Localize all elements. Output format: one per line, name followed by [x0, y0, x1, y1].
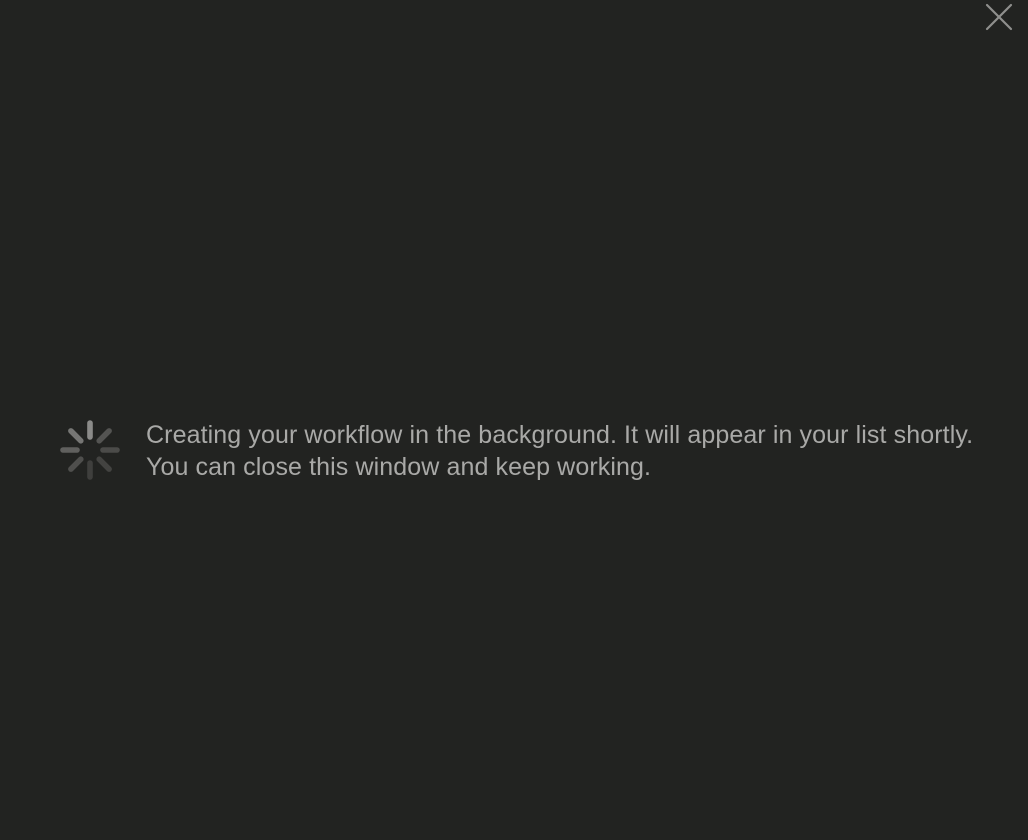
status-message: Creating your workflow in the background… — [146, 421, 974, 481]
close-button[interactable] — [984, 2, 1014, 32]
loading-spinner-icon — [60, 420, 120, 480]
close-icon — [985, 3, 1013, 31]
status-row: Creating your workflow in the background… — [58, 418, 988, 483]
workflow-creation-dialog: Creating your workflow in the background… — [0, 0, 1028, 840]
